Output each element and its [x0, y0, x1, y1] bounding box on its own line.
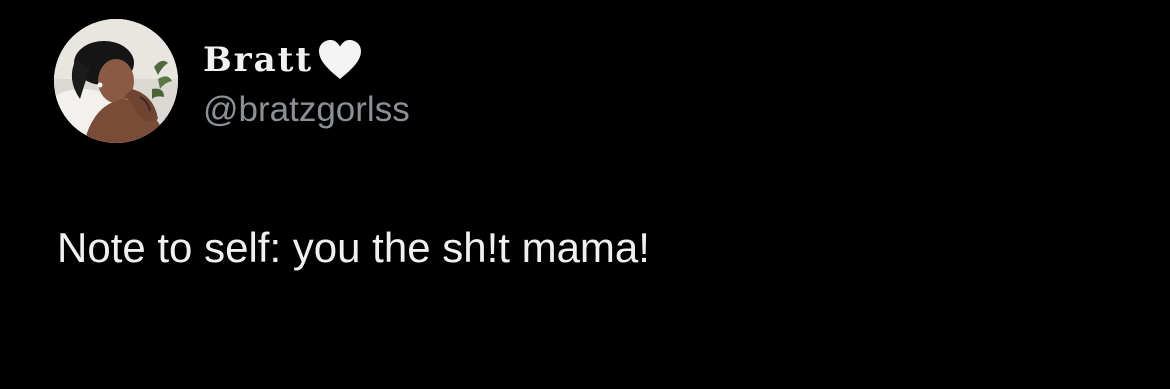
tweet-card: Bratt @bratzgorlss Note to self: you the… [0, 0, 1170, 389]
avatar[interactable] [54, 19, 178, 143]
author-name-row[interactable]: Bratt [203, 38, 363, 82]
avatar-photo-icon [54, 19, 178, 143]
author-handle[interactable]: @bratzgorlss [203, 88, 410, 132]
display-name[interactable]: Bratt [203, 38, 313, 82]
white-heart-icon [317, 39, 363, 81]
tweet-text: Note to self: you the sh!t mama! [57, 224, 650, 271]
